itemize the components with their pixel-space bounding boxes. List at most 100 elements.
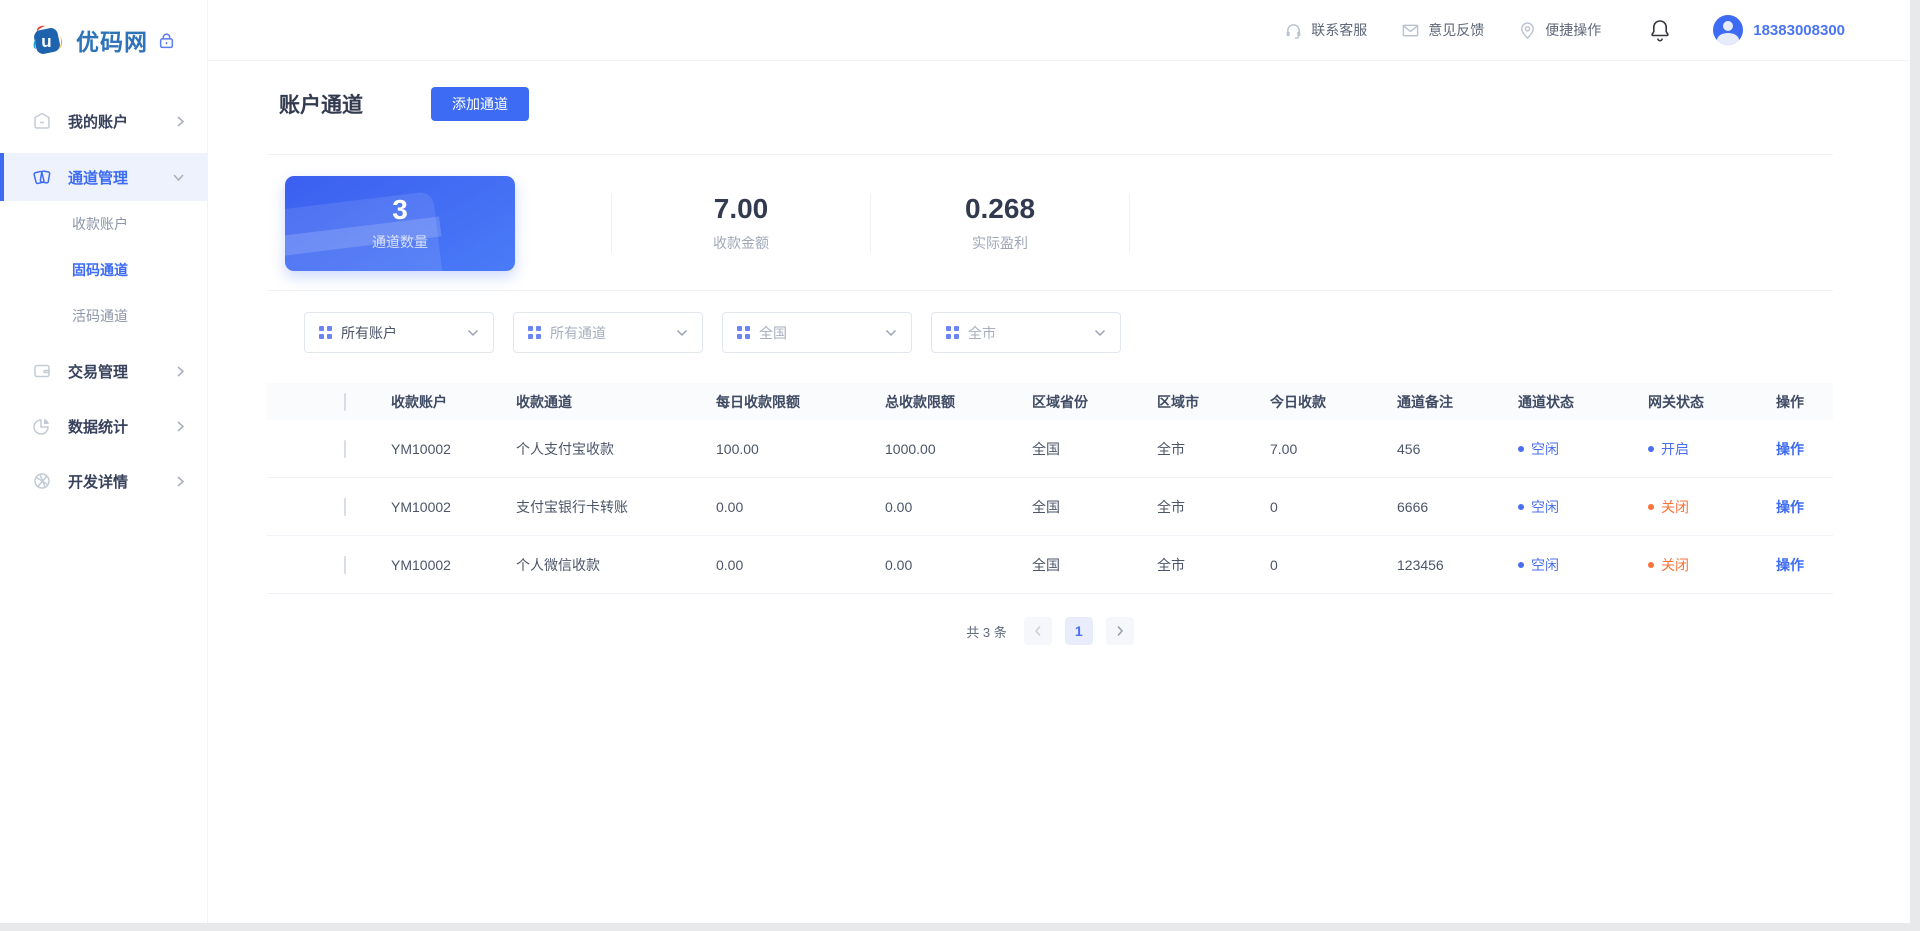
cell-account: YM10002 [391, 440, 451, 457]
quick-actions-link[interactable]: 便捷操作 [1518, 20, 1601, 40]
filter-bar: 所有账户 所有通道 全国 全市 [304, 312, 1121, 353]
wallet-icon [32, 361, 52, 381]
status-dot [1648, 503, 1654, 510]
filter-account-select[interactable]: 所有账户 [304, 312, 494, 353]
sidebar-item-label: 我的账户 [68, 113, 129, 131]
chevron-down-icon [1094, 329, 1106, 337]
column-header: 操作 [1776, 393, 1804, 410]
cell-province: 全国 [1032, 440, 1060, 457]
chevron-right-icon [176, 115, 185, 128]
main-content: 账户通道 添加通道 3 通道数量 7.00 收款金额 0.268 实际盈利 所有… [208, 61, 1910, 923]
pagination-next-button[interactable] [1105, 617, 1134, 645]
divider [267, 290, 1833, 291]
filter-province-select[interactable]: 全国 [722, 312, 912, 353]
stat-label: 收款金额 [713, 235, 769, 251]
chevron-down-icon [885, 329, 897, 337]
contact-support-link[interactable]: 联系客服 [1284, 20, 1367, 40]
column-header: 通道备注 [1397, 393, 1453, 410]
table-row: YM10002 个人微信收款 0.00 0.00 全国 全市 0 123456 … [267, 536, 1833, 594]
stat-value: 0.268 [964, 193, 1036, 224]
lock-icon[interactable] [158, 32, 175, 49]
stats-section: 3 通道数量 7.00 收款金额 0.268 实际盈利 [285, 175, 1385, 271]
vertical-scrollbar[interactable] [1910, 0, 1920, 923]
sidebar-item-my-account[interactable]: 我的账户 [0, 98, 207, 144]
cell-daily-limit: 100.00 [716, 440, 759, 457]
avatar-person-icon [1723, 21, 1734, 31]
stat-value: 3 [392, 194, 408, 225]
column-header: 收款账户 [391, 393, 447, 410]
column-header: 收款通道 [516, 393, 572, 410]
sidebar-subitem-live-code-channel[interactable]: 活码通道 [0, 293, 207, 339]
headset-icon [1284, 21, 1303, 40]
cell-total-limit: 0.00 [885, 556, 913, 573]
column-header: 每日收款限额 [716, 393, 800, 410]
stat-label: 实际盈利 [972, 235, 1028, 251]
table-row: YM10002 个人支付宝收款 100.00 1000.00 全国 全市 7.0… [267, 420, 1833, 478]
channel-status-badge: 空闲 [1518, 439, 1648, 459]
gateway-status-badge: 关闭 [1648, 497, 1776, 517]
table-row: YM10002 支付宝银行卡转账 0.00 0.00 全国 全市 0 6666 … [267, 478, 1833, 536]
chevron-down-icon [676, 329, 688, 337]
row-action-link[interactable]: 操作 [1776, 441, 1804, 457]
cell-channel: 支付宝银行卡转账 [516, 498, 628, 515]
status-dot [1518, 503, 1524, 510]
cell-remark: 456 [1397, 440, 1421, 457]
horizontal-scrollbar[interactable] [0, 923, 1920, 931]
brand-logo-icon: u [30, 22, 66, 58]
logo[interactable]: u 优码网 [0, 0, 207, 58]
chevron-down-icon [172, 173, 185, 182]
pagination-total: 共 3 条 [966, 624, 1007, 640]
user-phone-number[interactable]: 18383008300 [1753, 22, 1845, 39]
select-all-checkbox[interactable] [344, 392, 346, 411]
channels-table: 收款账户 收款通道 每日收款限额 总收款限额 区域省份 区域市 今日收款 通道备… [267, 383, 1833, 594]
stat-collection-amount: 7.00 收款金额 [612, 193, 870, 253]
svg-text:u: u [41, 32, 51, 51]
row-action-link[interactable]: 操作 [1776, 557, 1804, 573]
category-grid-icon [528, 326, 541, 339]
sidebar-item-transaction-management[interactable]: 交易管理 [0, 348, 207, 394]
cell-remark: 6666 [1397, 498, 1429, 515]
cell-remark: 123456 [1397, 556, 1444, 573]
sidebar-item-label: 开发详情 [68, 473, 129, 491]
cell-total-limit: 1000.00 [885, 440, 936, 457]
feedback-link[interactable]: 意见反馈 [1401, 20, 1484, 40]
sidebar-item-developer-details[interactable]: 开发详情 [0, 458, 207, 504]
page-title: 账户通道 [279, 94, 363, 117]
category-grid-icon [946, 326, 959, 339]
status-dot [1648, 561, 1654, 568]
cell-channel: 个人支付宝收款 [516, 440, 614, 457]
sidebar-subitem-fixed-code-channel[interactable]: 固码通道 [0, 247, 207, 293]
chevron-right-icon [176, 475, 185, 488]
column-header: 网关状态 [1648, 393, 1704, 410]
stat-divider [1129, 193, 1130, 253]
notification-bell-icon[interactable] [1649, 18, 1671, 42]
cell-city: 全市 [1157, 498, 1185, 515]
row-checkbox[interactable] [344, 555, 346, 574]
filter-channel-select[interactable]: 所有通道 [513, 312, 703, 353]
cell-city: 全市 [1157, 556, 1185, 573]
filter-city-select[interactable]: 全市 [931, 312, 1121, 353]
row-action-link[interactable]: 操作 [1776, 499, 1804, 515]
column-header: 通道状态 [1518, 393, 1574, 410]
brand-name: 优码网 [76, 29, 148, 55]
stat-actual-profit: 0.268 实际盈利 [871, 193, 1129, 253]
pagination-page-1-button[interactable]: 1 [1064, 617, 1093, 645]
cell-daily-limit: 0.00 [716, 556, 744, 573]
sidebar-item-channel-management[interactable]: 通道管理 [0, 153, 207, 201]
cell-province: 全国 [1032, 556, 1060, 573]
chevron-right-icon [176, 420, 185, 433]
gateway-status-badge: 开启 [1648, 439, 1776, 459]
sidebar-item-label: 数据统计 [68, 418, 129, 436]
row-checkbox[interactable] [344, 497, 346, 516]
status-dot [1518, 445, 1524, 452]
sidebar-item-data-statistics[interactable]: 数据统计 [0, 403, 207, 449]
sidebar-subitem-collection-account[interactable]: 收款账户 [0, 201, 207, 247]
cell-today-amount: 0 [1270, 556, 1278, 573]
divider [267, 154, 1833, 155]
user-avatar[interactable] [1713, 15, 1744, 45]
pagination-prev-button[interactable] [1023, 617, 1052, 645]
cell-daily-limit: 0.00 [716, 498, 744, 515]
status-dot [1648, 445, 1654, 452]
row-checkbox[interactable] [344, 439, 346, 458]
add-channel-button[interactable]: 添加通道 [431, 87, 529, 121]
